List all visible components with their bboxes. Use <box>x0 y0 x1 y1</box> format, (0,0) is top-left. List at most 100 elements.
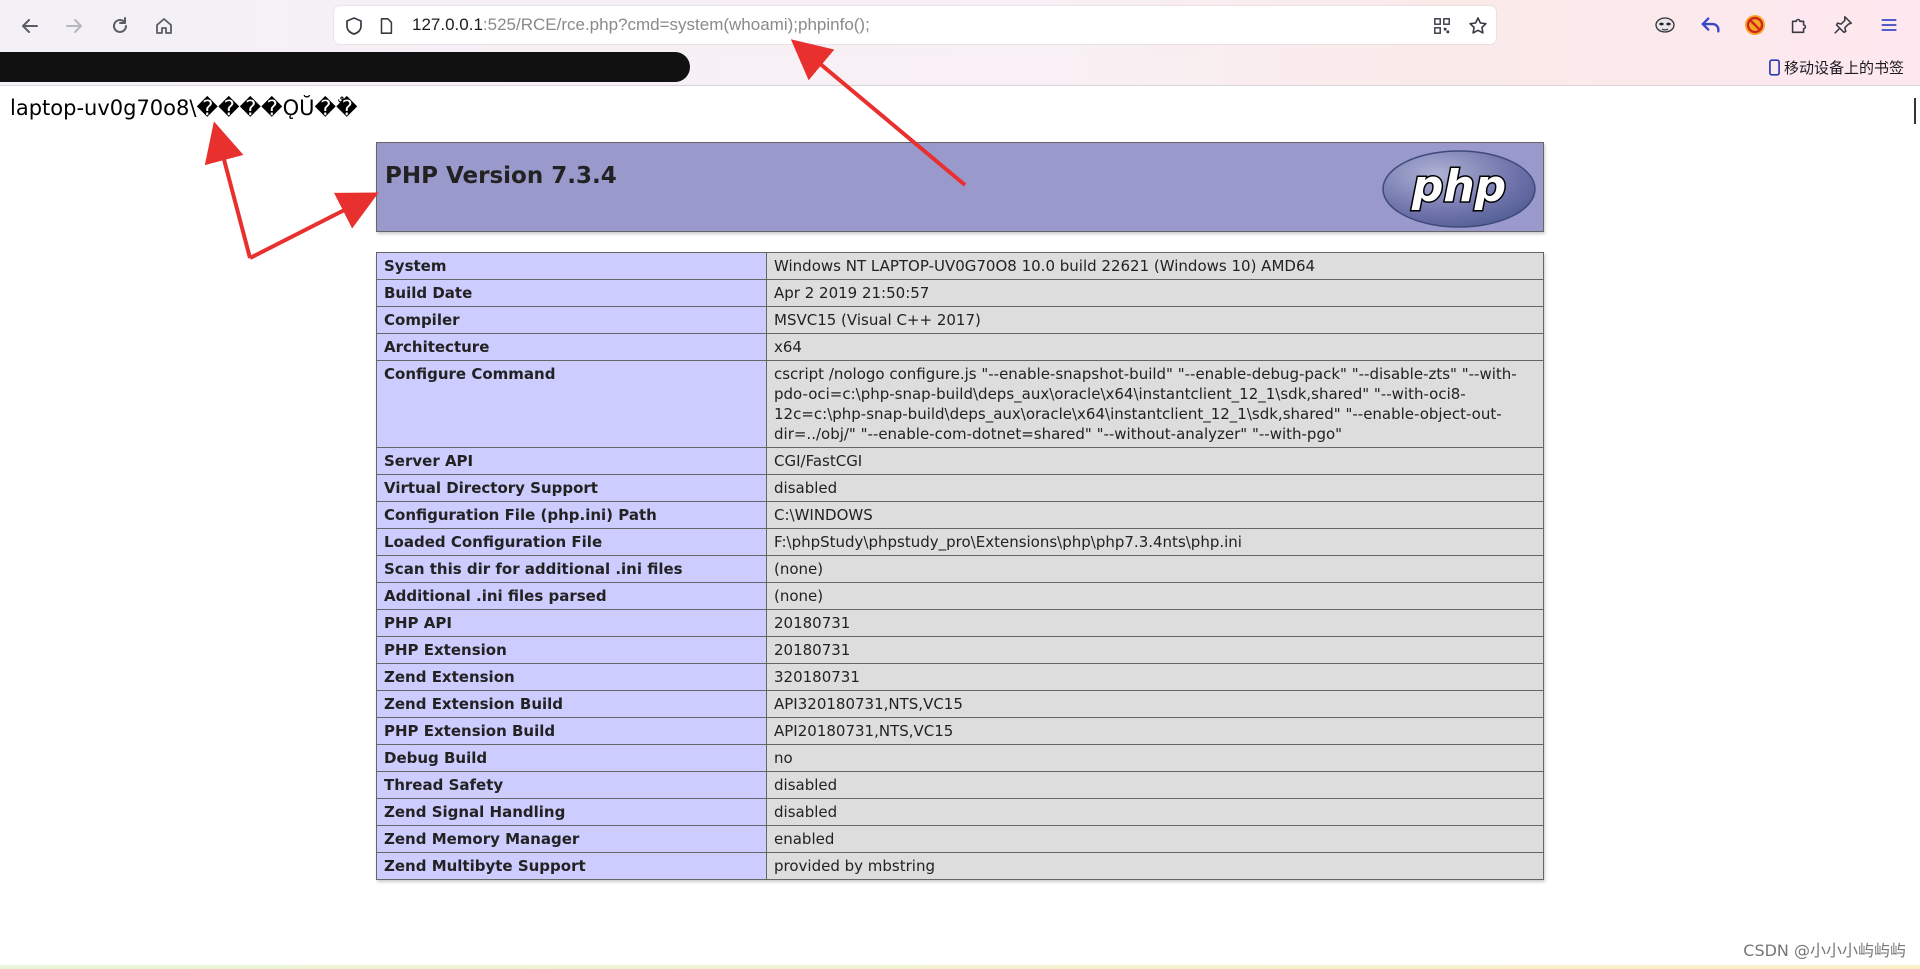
row-key: Additional .ini files parsed <box>376 582 767 610</box>
shield-icon[interactable] <box>344 16 364 36</box>
row-key: System <box>376 252 767 280</box>
row-key: Zend Multibyte Support <box>376 852 767 880</box>
row-key: Thread Safety <box>376 771 767 799</box>
row-value: cscript /nologo configure.js "--enable-s… <box>766 360 1544 448</box>
arrow-to-version <box>249 192 379 260</box>
row-value: x64 <box>766 333 1544 361</box>
table-row: Thread Safety disabled <box>376 771 1544 799</box>
row-key: Build Date <box>376 279 767 307</box>
table-row: Zend Extension 320180731 <box>376 663 1544 691</box>
row-key: Zend Extension <box>376 663 767 691</box>
command-output: laptop-uv0g70o8\����ǪŬ��ٌ <box>10 96 358 120</box>
blocked-button[interactable] <box>1742 12 1768 38</box>
table-row: Build Date Apr 2 2019 21:50:57 <box>376 279 1544 307</box>
row-key: Configuration File (php.ini) Path <box>376 501 767 529</box>
mobile-bookmarks-folder[interactable]: 移动设备上的书签 <box>1769 57 1904 78</box>
row-key: Debug Build <box>376 744 767 772</box>
reload-button[interactable] <box>104 10 136 42</box>
csdn-watermark: CSDN @小小小屿屿屿 <box>1743 941 1906 960</box>
url-host: 127.0.0.1 <box>412 15 483 34</box>
row-key: PHP Extension <box>376 636 767 664</box>
url-text[interactable]: 127.0.0.1:525/RCE/rce.php?cmd=system(who… <box>412 15 870 35</box>
row-key: Zend Extension Build <box>376 690 767 718</box>
mobile-bookmarks-label: 移动设备上的书签 <box>1783 59 1904 77</box>
table-row: PHP API 20180731 <box>376 609 1544 637</box>
url-bar[interactable]: 127.0.0.1:525/RCE/rce.php?cmd=system(who… <box>334 6 1496 44</box>
star-icon[interactable] <box>1468 16 1488 36</box>
table-row: Zend Memory Manager enabled <box>376 825 1544 853</box>
phpinfo-table: System Windows NT LAPTOP-UV0G70O8 10.0 bu… <box>376 252 1544 880</box>
php-logo[interactable]: php <box>1381 149 1537 229</box>
undo-button[interactable] <box>1698 12 1724 38</box>
row-value: Apr 2 2019 21:50:57 <box>766 279 1544 307</box>
row-value: disabled <box>766 798 1544 826</box>
table-row: Configure Command cscript /nologo configu… <box>376 360 1544 448</box>
table-row: Additional .ini files parsed (none) <box>376 582 1544 610</box>
pin-icon <box>1834 15 1853 34</box>
table-row: Virtual Directory Support disabled <box>376 474 1544 502</box>
mask-button[interactable] <box>1652 12 1678 38</box>
page-icon[interactable] <box>376 16 396 36</box>
puzzle-icon <box>1791 18 1807 34</box>
arrow-to-output <box>204 121 252 259</box>
table-row: Scan this dir for additional .ini files(… <box>376 555 1544 583</box>
url-path: :525/RCE/rce.php?cmd=system(whoami);phpi… <box>482 15 870 34</box>
pin-button[interactable] <box>1830 12 1856 38</box>
row-value: C:\WINDOWS <box>766 501 1544 529</box>
mask-icon <box>1655 17 1675 33</box>
forward-button[interactable] <box>58 10 90 42</box>
reload-icon <box>113 17 127 33</box>
table-row: Zend Extension Build API320180731,NTS,VC1… <box>376 690 1544 718</box>
php-logo-text: php <box>1411 161 1506 212</box>
table-row: Zend Signal Handling disabled <box>376 798 1544 826</box>
menu-icon <box>1881 19 1897 31</box>
row-key: Architecture <box>376 333 767 361</box>
row-value: no <box>766 744 1544 772</box>
table-row: PHP Extension 20180731 <box>376 636 1544 664</box>
browser-toolbar: 127.0.0.1:525/RCE/rce.php?cmd=system(who… <box>0 0 1920 52</box>
table-row: System Windows NT LAPTOP-UV0G70O8 10.0 bu… <box>376 252 1544 280</box>
table-row: Server API CGI/FastCGI <box>376 447 1544 475</box>
arrow-left-icon <box>22 19 38 33</box>
row-value: F:\phpStudy\phpstudy_pro\Extensions\php\… <box>766 528 1544 556</box>
menu-button[interactable] <box>1876 12 1902 38</box>
row-value: CGI/FastCGI <box>766 447 1544 475</box>
row-value: 20180731 <box>766 636 1544 664</box>
row-value: 320180731 <box>766 663 1544 691</box>
row-value: (none) <box>766 555 1544 583</box>
phpinfo-container: PHP Version 7.3.4 php System Windows NT L… <box>376 142 1544 880</box>
row-value: disabled <box>766 474 1544 502</box>
qr-code-icon[interactable] <box>1432 16 1452 36</box>
home-icon <box>156 18 172 34</box>
scrollbar[interactable] <box>1914 98 1916 124</box>
table-row: Compiler MSVC15 (Visual C++ 2017) <box>376 306 1544 334</box>
row-key: Compiler <box>376 306 767 334</box>
mobile-icon <box>1769 59 1780 76</box>
row-value: Windows NT LAPTOP-UV0G70O8 10.0 build 22… <box>766 252 1544 280</box>
table-row: Loaded Configuration File F:\phpStudy\php… <box>376 528 1544 556</box>
row-key: Virtual Directory Support <box>376 474 767 502</box>
row-value: MSVC15 (Visual C++ 2017) <box>766 306 1544 334</box>
php-version-title: PHP Version 7.3.4 <box>385 163 617 189</box>
blocked-icon <box>1745 15 1765 35</box>
redaction-mark <box>0 52 690 82</box>
row-value: provided by mbstring <box>766 852 1544 880</box>
row-value: disabled <box>766 771 1544 799</box>
back-button[interactable] <box>14 10 46 42</box>
php-version-header: PHP Version 7.3.4 php <box>376 142 1544 232</box>
row-value: API20180731,NTS,VC15 <box>766 717 1544 745</box>
extensions-button[interactable] <box>1786 12 1812 38</box>
bottom-strip <box>0 965 1920 969</box>
row-key: Zend Memory Manager <box>376 825 767 853</box>
row-key: PHP API <box>376 609 767 637</box>
row-key: Server API <box>376 447 767 475</box>
table-row: Configuration File (php.ini) Path C:\WIND… <box>376 501 1544 529</box>
row-key: Scan this dir for additional .ini files <box>376 555 767 583</box>
home-button[interactable] <box>148 10 180 42</box>
row-key: Configure Command <box>376 360 767 448</box>
table-row: PHP Extension Build API20180731,NTS,VC15 <box>376 717 1544 745</box>
row-value: 20180731 <box>766 609 1544 637</box>
row-key: PHP Extension Build <box>376 717 767 745</box>
row-value: API320180731,NTS,VC15 <box>766 690 1544 718</box>
table-row: Architecture x64 <box>376 333 1544 361</box>
